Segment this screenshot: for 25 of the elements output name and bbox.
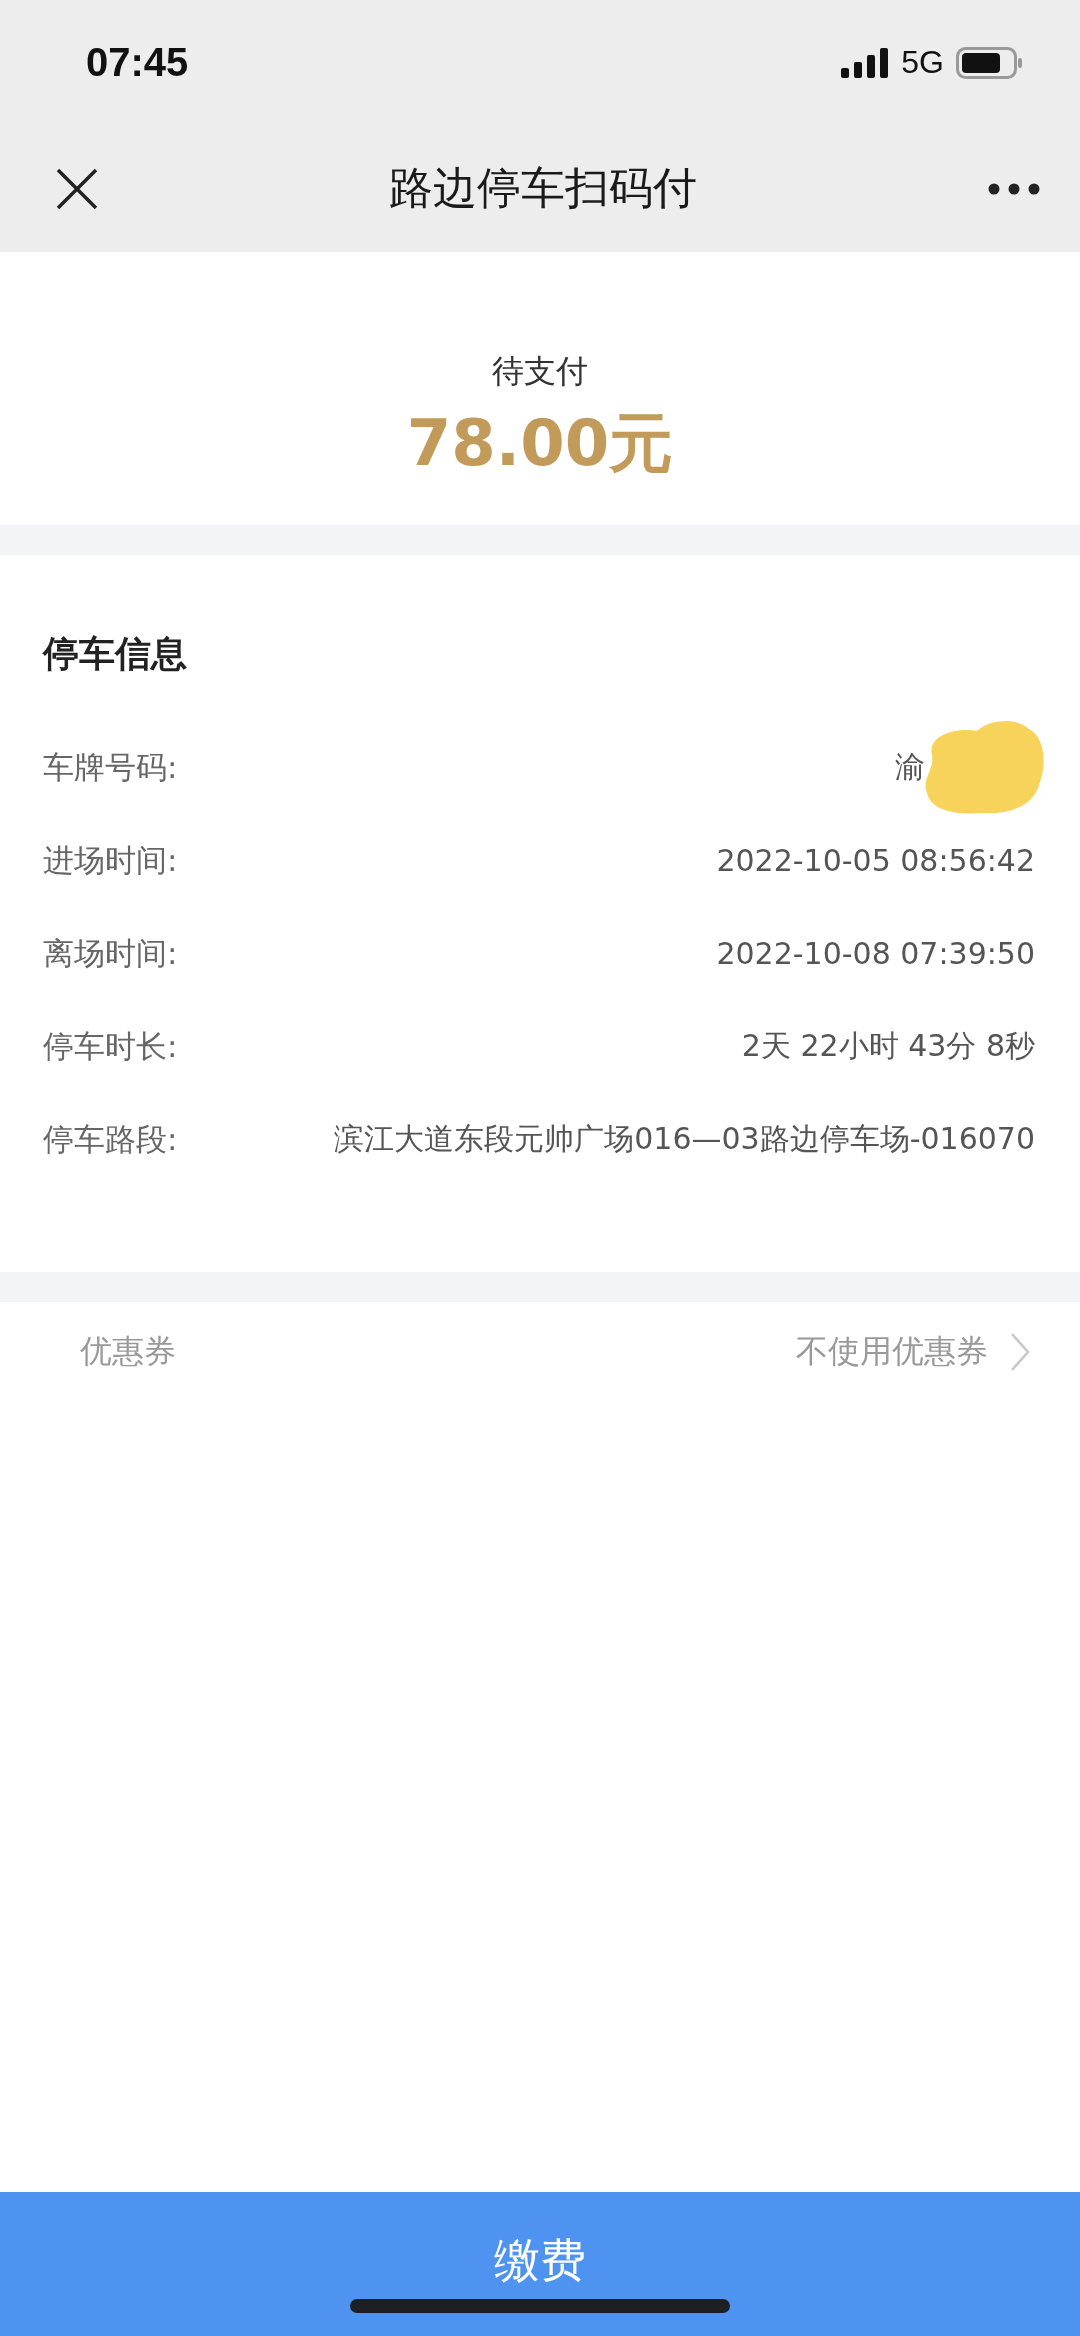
coupon-label: 优惠券 <box>80 1331 176 1372</box>
pay-button[interactable]: 缴费 <box>0 2192 1080 2336</box>
more-icon[interactable] <box>988 182 1040 195</box>
status-time: 07:45 <box>86 40 189 85</box>
info-label: 进场时间: <box>43 840 178 880</box>
network-label: 5G <box>901 44 944 81</box>
section-title: 停车信息 <box>43 632 188 676</box>
coupon-row[interactable]: 优惠券 不使用优惠券 <box>0 1302 1080 1402</box>
info-value: 渝 <box>895 748 925 786</box>
info-value: 滨江大道东段元帅广场016—03路边停车场-016070 <box>334 1120 1035 1158</box>
info-value: 2022-10-05 08:56:42 <box>716 843 1035 878</box>
info-label: 离场时间: <box>43 933 178 973</box>
close-icon[interactable] <box>56 167 98 210</box>
info-value: 2022-10-08 07:39:50 <box>716 936 1035 971</box>
payment-status: 待支付 <box>492 351 588 392</box>
page-title: 路边停车扫码付 <box>389 161 697 215</box>
amount-due: 78.00元 <box>406 405 674 482</box>
info-label: 停车时长: <box>43 1026 178 1066</box>
info-label: 停车路段: <box>43 1119 178 1159</box>
info-label: 车牌号码: <box>43 747 178 787</box>
signal-icon <box>841 47 890 78</box>
coupon-value: 不使用优惠券 <box>796 1331 988 1372</box>
info-value: 2天 22小时 43分 8秒 <box>741 1027 1035 1065</box>
battery-icon <box>956 46 1022 79</box>
chevron-right-icon <box>1010 1332 1030 1372</box>
